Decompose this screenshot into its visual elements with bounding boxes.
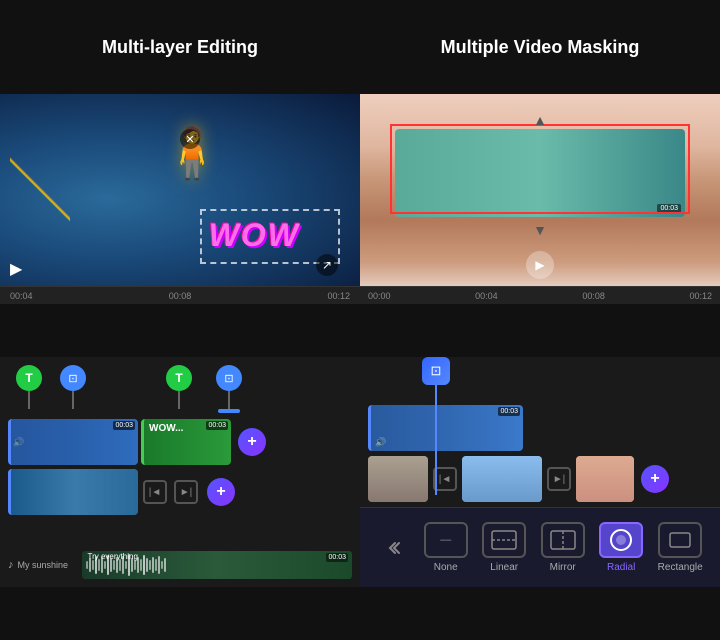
time-marker-r1: 00:00 — [368, 291, 391, 301]
nav-next-right[interactable]: ►| — [547, 467, 571, 491]
mask-icon-linear — [482, 522, 526, 558]
mask-label-linear: Linear — [490, 562, 518, 573]
pin-green-t-2: T — [166, 365, 192, 409]
title-video-masking: Multiple Video Masking — [441, 37, 640, 58]
header-right: Multiple Video Masking — [360, 0, 720, 94]
landscape-thumb — [368, 456, 428, 502]
mask-icon-radial — [599, 522, 643, 558]
mask-label-radial: Radial — [607, 562, 635, 573]
pin-circle-t1[interactable]: T — [16, 365, 42, 391]
mask-label-rectangle: Rectangle — [658, 562, 703, 573]
mask-option-none[interactable]: — None — [424, 522, 468, 573]
bottom-left-editor: T ⊡ T ⊡ — [0, 357, 360, 587]
right-track-row-1: 🔊 00:03 — [368, 405, 712, 451]
lightning-effect — [10, 114, 70, 234]
clip-blue-2[interactable] — [8, 469, 138, 515]
nav-next-button[interactable]: ►| — [174, 480, 198, 504]
playhead-line — [435, 385, 437, 495]
clip-green-1[interactable]: WOW... 00:03 — [141, 419, 231, 465]
pin-circle-b1[interactable]: ⊡ — [60, 365, 86, 391]
header-left: Multi-layer Editing — [0, 0, 360, 94]
person-clip[interactable] — [576, 456, 634, 502]
play-button-left[interactable]: ▶ — [10, 259, 22, 279]
back-button[interactable] — [377, 532, 409, 564]
clip-thumb-surf — [11, 469, 138, 515]
playhead-icon: ⊡ — [422, 357, 450, 385]
right-track-row-2: |◄ ►| + — [368, 456, 712, 502]
music-note-icon: ♪ — [8, 559, 14, 571]
audio-duration: 00:03 — [326, 553, 348, 562]
add-right-button[interactable]: + — [641, 465, 669, 493]
title-multi-layer: Multi-layer Editing — [102, 37, 258, 58]
pin-dot-b2 — [218, 409, 240, 413]
clip-row-2: |◄ ►| + — [8, 469, 352, 515]
add-track-button[interactable]: + — [238, 428, 266, 456]
mask-option-linear[interactable]: Linear — [482, 522, 526, 573]
time-marker-3: 00:12 — [327, 291, 350, 301]
clip-row-1: 🔊 00:03 WOW... 00:03 + — [8, 419, 352, 465]
bottom-right-editor: ⊡ 🔊 00:03 — [360, 357, 720, 587]
sky-thumb — [462, 456, 542, 502]
mask-label-none: None — [434, 562, 458, 573]
clip-volume-icon: 🔊 — [13, 437, 24, 448]
mask-label-mirror: Mirror — [550, 562, 576, 573]
pin-circle-b2[interactable]: ⊡ — [216, 365, 242, 391]
pin-circle-t2[interactable]: T — [166, 365, 192, 391]
rotate-icon[interactable]: ↗ — [316, 254, 338, 276]
person-thumb — [576, 456, 634, 502]
app-container: Multi-layer Editing Multiple Video Maski… — [0, 0, 720, 640]
video-panel-left: 🧍 ✕ WOW ↗ ▶ 00:04 00:08 00:12 — [0, 94, 360, 304]
try-everything-label: Try everything — [88, 551, 138, 562]
time-marker-2: 00:08 — [169, 291, 192, 301]
track-area-left: T ⊡ T ⊡ — [0, 357, 360, 515]
time-marker-1: 00:04 — [10, 291, 33, 301]
right-clip-container: 🔊 00:03 |◄ — [368, 405, 712, 502]
mask-icon-rectangle — [658, 522, 702, 558]
time-marker-r3: 00:08 — [582, 291, 605, 301]
pin-blue-2: ⊡ — [216, 365, 242, 413]
time-marker-r4: 00:12 — [689, 291, 712, 301]
clip-surf-thumb — [11, 469, 138, 515]
mask-toolbar: — None Linear — [360, 507, 720, 587]
mask-option-radial[interactable]: Radial — [599, 522, 643, 573]
mask-icon-mirror — [541, 522, 585, 558]
play-button-right[interactable]: ▶ — [526, 251, 554, 279]
mask-option-mirror[interactable]: Mirror — [541, 522, 585, 573]
video-panel-right: 00:03 ▲ ▼ ▶ 00:00 00:04 00:08 00:12 — [360, 94, 720, 304]
chevron-down-icon[interactable]: ▼ — [533, 222, 547, 238]
pin-line-t1 — [28, 391, 30, 409]
time-marker-r2: 00:04 — [475, 291, 498, 301]
surf-clip-duration: 00:03 — [498, 407, 520, 416]
clip-green-text: WOW... — [149, 423, 183, 434]
audio-track-area: ♪ My sunshine — [8, 551, 352, 579]
clip-duration-1: 00:03 — [113, 421, 135, 430]
mask-option-rectangle[interactable]: Rectangle — [658, 522, 703, 573]
audio-label-sunshine: My sunshine — [18, 560, 78, 570]
landscape-clip[interactable] — [368, 456, 428, 502]
red-selection-box[interactable] — [390, 124, 690, 214]
pin-line-b2 — [228, 391, 230, 409]
add-clip-button[interactable]: + — [207, 478, 235, 506]
track-area-right: ⊡ 🔊 00:03 — [360, 357, 720, 502]
audio-waveform[interactable]: Try everything 00:03 — [82, 551, 353, 579]
playhead: ⊡ — [422, 357, 450, 495]
pin-green-t-1: T — [16, 365, 42, 409]
pin-line-t2 — [178, 391, 180, 409]
pin-line-b1 — [72, 391, 74, 409]
clip-blue-1[interactable]: 🔊 00:03 — [8, 419, 138, 465]
close-button[interactable]: ✕ — [180, 129, 200, 149]
sky-clip[interactable] — [462, 456, 542, 502]
clip-duration-2: 00:03 — [206, 421, 228, 430]
surf-clip-volume: 🔊 — [375, 437, 386, 448]
chevron-up-icon[interactable]: ▲ — [533, 112, 547, 128]
pin-blue-1: ⊡ — [60, 365, 86, 409]
nav-prev-button[interactable]: |◄ — [143, 480, 167, 504]
mask-icon-none: — — [424, 522, 468, 558]
